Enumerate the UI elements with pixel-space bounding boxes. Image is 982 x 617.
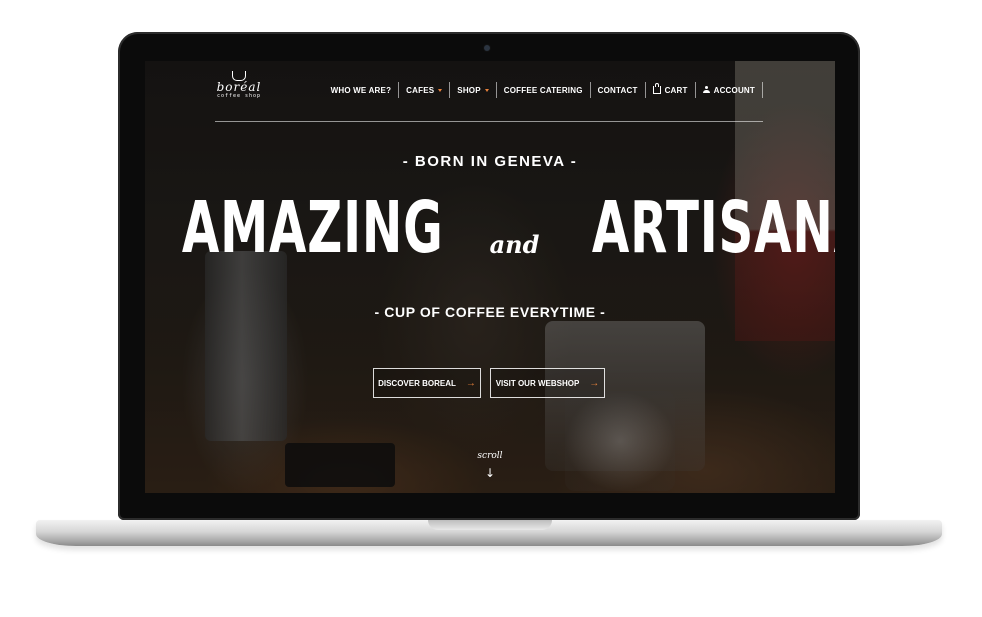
laptop-notch (428, 520, 552, 530)
chevron-down-icon (484, 88, 489, 92)
visit-webshop-button[interactable]: VISIT OUR WEBSHOP → (490, 368, 605, 398)
arrow-down-icon[interactable]: ↓ (145, 466, 835, 480)
user-icon (702, 86, 710, 94)
hero-headline-and: and (489, 230, 540, 259)
nav-item-label: COFFEE CATERING (503, 85, 583, 95)
nav-item-coffee-catering[interactable]: COFFEE CATERING (495, 82, 590, 98)
hero-headline: AMAZING and ARTISANAL (145, 183, 835, 273)
scroll-label[interactable]: scroll (145, 451, 835, 461)
nav-item-label: CAFES (406, 85, 435, 95)
cart-icon (652, 83, 661, 94)
button-label: DISCOVER BOREAL (378, 378, 456, 388)
nav-item-shop[interactable]: SHOP (449, 82, 495, 98)
button-label: VISIT OUR WEBSHOP (495, 378, 580, 388)
chevron-down-icon (438, 88, 443, 92)
site-logo[interactable]: boréal coffee shop (215, 71, 263, 111)
nav-item-label: CART (664, 85, 688, 95)
site-header: boréal coffee shop WHO WE ARE? CAFES SHO… (215, 61, 763, 122)
nav-item-who-we-are[interactable]: WHO WE ARE? (324, 82, 399, 98)
hero-subtitle: - CUP OF COFFEE EVERYTIME - (374, 304, 606, 320)
hero-headline-right: ARTISANAL (592, 185, 835, 270)
nav-item-label: WHO WE ARE? (330, 85, 392, 95)
nav-item-label: SHOP (457, 85, 481, 95)
nav-item-account[interactable]: ACCOUNT (694, 82, 763, 98)
logo-subtitle: coffee shop (216, 93, 262, 99)
stage: boréal coffee shop WHO WE ARE? CAFES SHO… (0, 0, 982, 617)
hero-headline-left: AMAZING (181, 185, 444, 270)
arrow-right-icon: → (465, 377, 476, 389)
logo-wordmark: boréal (216, 80, 262, 94)
camera-icon (484, 45, 490, 51)
arrow-right-icon: → (589, 377, 600, 389)
nav-item-cafes[interactable]: CAFES (398, 82, 449, 98)
nav-item-cart[interactable]: CART (644, 82, 695, 98)
website-screen: boréal coffee shop WHO WE ARE? CAFES SHO… (145, 61, 835, 493)
main-nav: WHO WE ARE? CAFES SHOP COFFEE CATERING C… (324, 79, 763, 101)
nav-item-contact[interactable]: CONTACT (589, 82, 645, 98)
hero-tagline: - BORN IN GENEVA - (402, 153, 578, 170)
discover-boreal-button[interactable]: DISCOVER BOREAL → (373, 368, 481, 398)
nav-item-label: CONTACT (597, 85, 638, 95)
nav-item-label: ACCOUNT (713, 85, 755, 95)
